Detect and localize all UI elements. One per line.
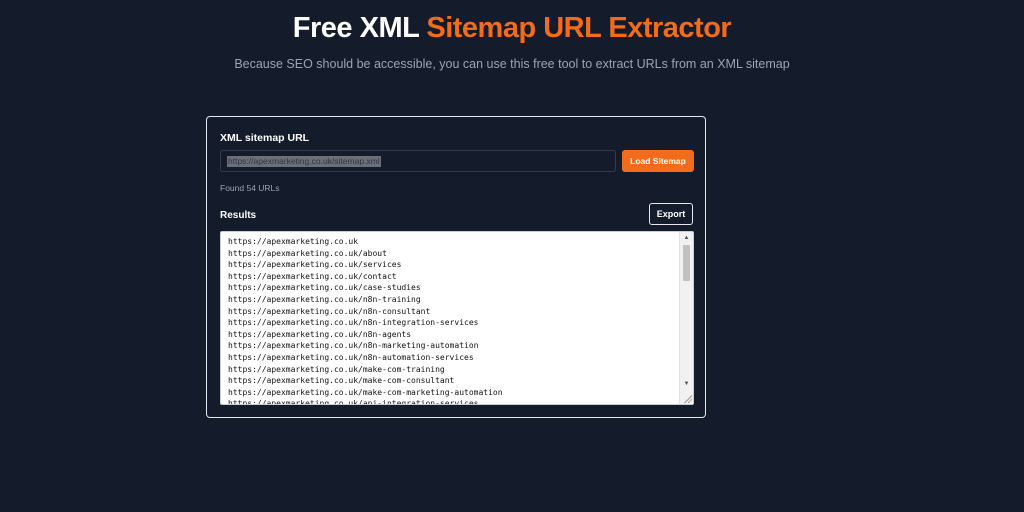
scroll-down-arrow-icon[interactable]: ▼ — [680, 378, 693, 390]
result-url-item: https://apexmarketing.co.uk/case-studies — [228, 283, 421, 293]
scroll-up-arrow-icon[interactable]: ▲ — [680, 232, 693, 244]
result-url-item: https://apexmarketing.co.uk/n8n-integrat… — [228, 318, 479, 328]
found-count-status: Found 54 URLs — [220, 183, 280, 193]
result-url-item: https://apexmarketing.co.uk/n8n-automati… — [228, 352, 474, 362]
sitemap-url-value: https://apexmarketing.co.uk/sitemap.xml — [227, 155, 381, 167]
result-url-item: https://apexmarketing.co.uk/contact — [228, 271, 397, 281]
resize-grip-icon[interactable] — [683, 394, 692, 403]
results-label: Results — [220, 210, 257, 221]
results-textarea[interactable]: https://apexmarketing.co.uk https://apexm… — [220, 231, 694, 405]
extractor-card: XML sitemap URL https://apexmarketing.co… — [206, 116, 706, 418]
title-plain: Free XML — [292, 12, 427, 44]
sitemap-url-label: XML sitemap URL — [220, 132, 310, 144]
page: Free XML Sitemap URL Extractor Because S… — [0, 0, 1024, 512]
result-url-item: https://apexmarketing.co.uk/n8n-training — [228, 294, 421, 304]
sitemap-url-input[interactable]: https://apexmarketing.co.uk/sitemap.xml — [220, 150, 616, 172]
page-title: Free XML Sitemap URL Extractor — [0, 10, 1024, 46]
scrollbar-thumb[interactable] — [683, 245, 690, 281]
result-url-item: https://apexmarketing.co.uk/n8n-marketin… — [228, 341, 479, 351]
load-sitemap-button[interactable]: Load Sitemap — [622, 150, 694, 172]
results-list: https://apexmarketing.co.uk https://apexm… — [228, 236, 503, 405]
export-button[interactable]: Export — [649, 203, 693, 225]
result-url-item: https://apexmarketing.co.uk — [228, 237, 359, 246]
result-url-item: https://apexmarketing.co.uk/make-com-con… — [228, 376, 455, 386]
result-url-item: https://apexmarketing.co.uk/make-com-tra… — [228, 364, 445, 374]
results-scrollbar[interactable]: ▲ ▼ — [679, 232, 693, 404]
result-url-item: https://apexmarketing.co.uk/services — [228, 260, 402, 270]
result-url-item: https://apexmarketing.co.uk/api-integrat… — [228, 399, 479, 405]
result-url-item: https://apexmarketing.co.uk/make-com-mar… — [228, 387, 503, 397]
result-url-item: https://apexmarketing.co.uk/n8n-agents — [228, 329, 412, 339]
page-subtitle: Because SEO should be accessible, you ca… — [234, 57, 790, 71]
result-url-item: https://apexmarketing.co.uk/about — [228, 248, 387, 258]
title-accent: Sitemap URL Extractor — [426, 12, 732, 44]
result-url-item: https://apexmarketing.co.uk/n8n-consulta… — [228, 306, 431, 316]
